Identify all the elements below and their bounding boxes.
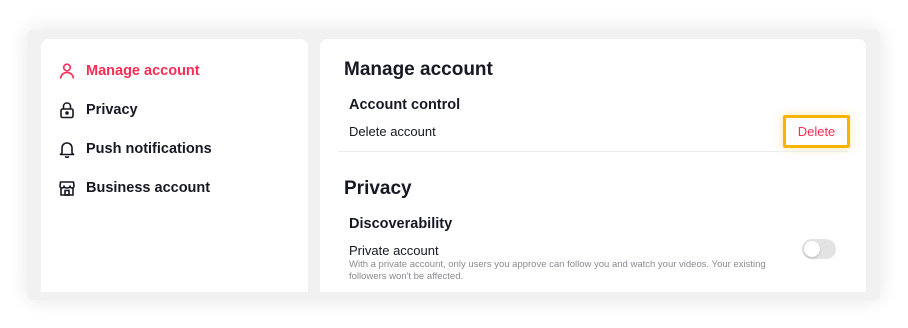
- section-title-manage-account: Manage account: [344, 59, 493, 80]
- delete-button-label: Delete: [797, 124, 836, 139]
- sidebar-item-label: Manage account: [86, 63, 200, 79]
- subsection-title-account-control: Account control: [349, 97, 461, 113]
- sidebar-item-label: Business account: [86, 180, 211, 196]
- bell-icon: [57, 139, 77, 159]
- section-title-privacy: Privacy: [344, 178, 412, 199]
- private-account-label: Private account: [349, 243, 439, 258]
- toggle-knob: [804, 241, 820, 257]
- private-account-toggle[interactable]: [802, 239, 836, 259]
- delete-account-label: Delete account: [349, 124, 436, 139]
- sidebar-item-push-notifications[interactable]: Push notifications: [57, 137, 297, 161]
- settings-main-panel: Manage account Account control Delete ac…: [320, 39, 866, 292]
- storefront-icon: [57, 178, 77, 198]
- sidebar-item-label: Push notifications: [86, 141, 212, 157]
- sidebar-item-business-account[interactable]: Business account: [57, 176, 297, 200]
- person-icon: [57, 61, 77, 81]
- sidebar-item-label: Privacy: [86, 102, 138, 118]
- lock-icon: [57, 100, 77, 120]
- sidebar-item-manage-account[interactable]: Manage account: [57, 59, 297, 83]
- settings-sidebar: Manage account Privacy Push notification…: [41, 39, 308, 292]
- subsection-title-discoverability: Discoverability: [349, 216, 453, 232]
- delete-account-button[interactable]: Delete: [783, 115, 850, 148]
- settings-screen: Manage account Privacy Push notification…: [0, 0, 908, 328]
- section-divider: [338, 151, 848, 152]
- private-account-description: With a private account, only users you a…: [349, 259, 766, 282]
- sidebar-item-privacy[interactable]: Privacy: [57, 98, 297, 122]
